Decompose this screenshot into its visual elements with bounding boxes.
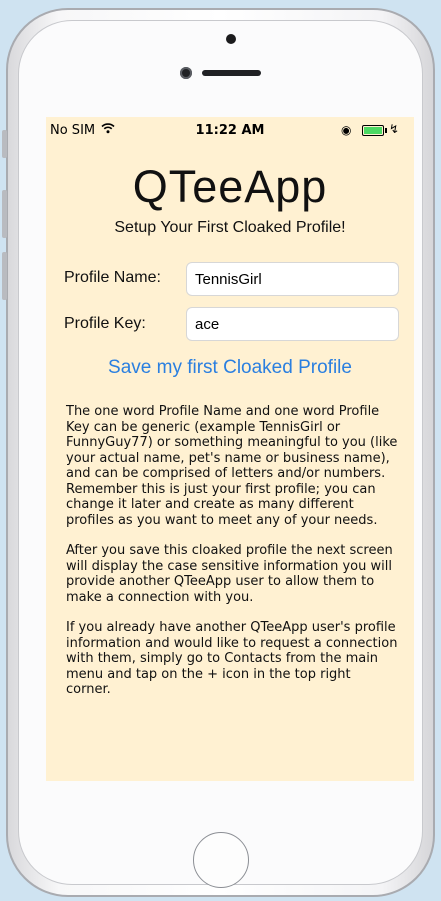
profile-name-label: Profile Name:: [64, 269, 161, 286]
battery-icon: [362, 125, 384, 136]
clock: 11:22 AM: [195, 123, 265, 138]
page-subtitle: Setup Your First Cloaked Profile!: [114, 219, 346, 236]
info-text: The one word Profile Name and one word P…: [66, 404, 399, 713]
app-title: QTeeApp: [132, 161, 328, 212]
profile-name-input[interactable]: [186, 262, 399, 296]
status-bar: No SIM 11:22 AM ◉ ↯: [46, 117, 414, 145]
sensor-icon: [180, 67, 192, 79]
home-button[interactable]: [193, 832, 249, 888]
rotation-lock-icon: ◉: [341, 123, 352, 137]
earpiece-speaker: [202, 70, 261, 76]
profile-key-input[interactable]: [186, 307, 399, 341]
volume-up-button: [2, 190, 7, 238]
battery-tip: [385, 128, 387, 133]
app-screen: No SIM 11:22 AM ◉ ↯ QTeeApp Setup Your F…: [46, 117, 414, 781]
front-camera-icon: [226, 34, 236, 44]
charging-bolt-icon: ↯: [389, 122, 400, 136]
info-paragraph: If you already have another QTeeApp user…: [66, 620, 398, 697]
save-profile-button[interactable]: Save my first Cloaked Profile: [46, 357, 414, 379]
info-paragraph: The one word Profile Name and one word P…: [66, 404, 398, 528]
mute-switch: [2, 130, 7, 158]
profile-key-label: Profile Key:: [64, 315, 146, 332]
volume-down-button: [2, 252, 7, 300]
info-paragraph: After you save this cloaked profile the …: [66, 543, 393, 605]
